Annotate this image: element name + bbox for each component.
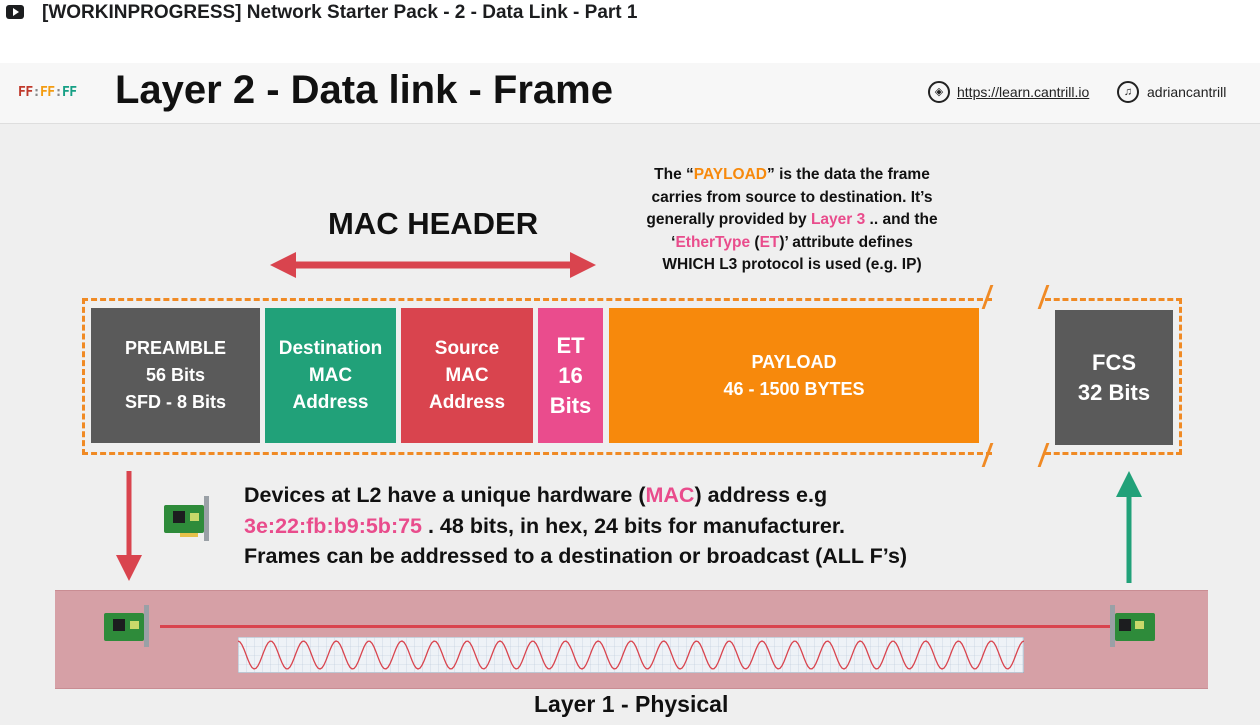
payload-block: PAYLOAD 46 - 1500 BYTES [609,308,979,443]
website-link[interactable]: https://learn.cantrill.io [957,84,1089,100]
physical-layer-band [55,590,1208,689]
down-arrow-icon [116,471,142,581]
video-header: [WORKINPROGRESS] Network Starter Pack - … [0,0,1260,30]
payload-description: The “PAYLOAD” is the data the frame carr… [646,166,938,273]
break-mark [1037,443,1050,467]
logo: FF:FF:FF [18,85,77,100]
signal-waveform [238,637,1024,673]
network-card-icon [164,496,209,541]
mac-header-label: MAC HEADER [328,206,539,241]
source-mac-block: Source MAC Address [401,308,533,443]
compass-icon: ◈ [928,81,950,103]
play-icon[interactable] [6,5,24,19]
slide-header: FF:FF:FF Layer 2 - Data link - Frame ◈ h… [0,63,1260,124]
fcs-block: FCS 32 Bits [1055,310,1173,445]
destination-mac-block: Destination MAC Address [265,308,396,443]
ethertype-block: ET 16 Bits [538,308,603,443]
network-card-icon [104,605,149,647]
preamble-block: PREAMBLE 56 Bits SFD - 8 Bits [91,308,260,443]
slide: FF:FF:FF Layer 2 - Data link - Frame ◈ h… [0,63,1260,725]
layer1-label: Layer 1 - Physical [534,691,729,717]
twitter-icon: ♫ [1117,81,1139,103]
slide-title: Layer 2 - Data link - Frame [115,68,613,112]
video-title: [WORKINPROGRESS] Network Starter Pack - … [42,2,638,23]
double-arrow-icon [270,252,596,278]
twitter-handle: adriancantrill [1147,84,1227,100]
mac-address-description: Devices at L2 have a unique hardware (MA… [244,483,908,568]
cable-line [160,625,1110,628]
network-card-icon [1110,605,1155,647]
up-arrow-icon [1116,471,1142,583]
